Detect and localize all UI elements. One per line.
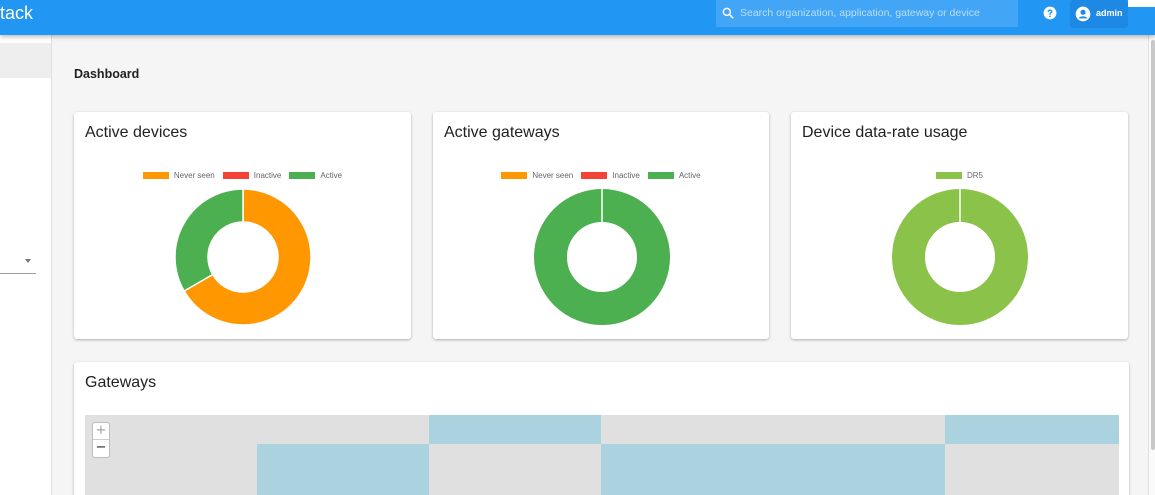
card-title: Active devices bbox=[85, 124, 188, 141]
app-bar: tack admin bbox=[0, 0, 1155, 35]
card-title: Active gateways bbox=[444, 124, 560, 141]
donut-slice-active[interactable] bbox=[174, 188, 244, 293]
page-title: Dashboard bbox=[74, 67, 140, 81]
scrollbar-thumb[interactable] bbox=[1151, 40, 1155, 450]
legend-item-inactive[interactable]: Inactive bbox=[222, 171, 282, 180]
gateways-card: Gateways + − bbox=[74, 362, 1129, 495]
map-tile-water bbox=[429, 415, 601, 444]
user-menu-button[interactable]: admin bbox=[1070, 0, 1128, 28]
legend-label: Never seen bbox=[532, 171, 574, 180]
map-tile-water bbox=[945, 415, 1119, 444]
zoom-out-button[interactable]: − bbox=[93, 440, 109, 457]
top-corner-gap bbox=[1128, 0, 1155, 7]
chart-legend: Never seen Inactive Active bbox=[74, 171, 411, 180]
legend-swatch bbox=[647, 172, 674, 179]
legend-swatch bbox=[142, 172, 169, 179]
legend-swatch bbox=[222, 172, 249, 179]
brand-logo[interactable]: tack bbox=[0, 3, 33, 24]
chart-legend: DR5 bbox=[791, 171, 1128, 180]
legend-item-active[interactable]: Active bbox=[289, 171, 342, 180]
help-circle-icon[interactable] bbox=[1043, 6, 1057, 20]
map-zoom-control: + − bbox=[92, 422, 110, 458]
organization-select[interactable] bbox=[0, 250, 36, 274]
legend-swatch bbox=[289, 172, 316, 179]
legend-swatch bbox=[935, 172, 962, 179]
legend-item-dr5[interactable]: DR5 bbox=[935, 171, 983, 180]
legend-item-active[interactable]: Active bbox=[647, 171, 701, 180]
chevron-down-icon bbox=[25, 259, 31, 263]
datarate-usage-card: Device data-rate usage DR5 bbox=[791, 112, 1128, 339]
username-label: admin bbox=[1096, 8, 1123, 18]
gateways-map[interactable]: + − bbox=[85, 415, 1119, 495]
legend-swatch bbox=[581, 172, 608, 179]
zoom-in-button[interactable]: + bbox=[93, 423, 109, 440]
chart-legend: Never seen Inactive Active bbox=[433, 171, 769, 180]
legend-label: Active bbox=[320, 171, 343, 180]
legend-label: Inactive bbox=[253, 171, 282, 180]
card-title: Device data-rate usage bbox=[802, 124, 968, 141]
legend-label: Active bbox=[678, 171, 701, 180]
active-gateways-donut bbox=[534, 189, 670, 325]
legend-label: Never seen bbox=[173, 171, 215, 180]
search-input[interactable] bbox=[740, 4, 1010, 22]
datarate-usage-donut bbox=[892, 189, 1028, 325]
card-title: Gateways bbox=[85, 374, 157, 391]
search-icon bbox=[722, 7, 734, 19]
search-box[interactable] bbox=[716, 0, 1018, 27]
sidebar-item-selected[interactable] bbox=[0, 43, 51, 78]
side-drawer bbox=[0, 35, 52, 495]
map-tile-water bbox=[257, 444, 429, 495]
legend-label: DR5 bbox=[966, 171, 983, 180]
account-circle-icon bbox=[1075, 6, 1091, 22]
legend-item-never-seen[interactable]: Never seen bbox=[142, 171, 215, 180]
map-tile-water bbox=[601, 444, 945, 495]
active-devices-card: Active devices Never seen Inactive Activ… bbox=[74, 112, 411, 339]
legend-item-never-seen[interactable]: Never seen bbox=[501, 171, 573, 180]
active-gateways-card: Active gateways Never seen Inactive Acti… bbox=[433, 112, 769, 339]
legend-swatch bbox=[501, 172, 528, 179]
active-devices-donut bbox=[174, 188, 312, 326]
legend-item-inactive[interactable]: Inactive bbox=[581, 171, 640, 180]
legend-label: Inactive bbox=[612, 171, 640, 180]
